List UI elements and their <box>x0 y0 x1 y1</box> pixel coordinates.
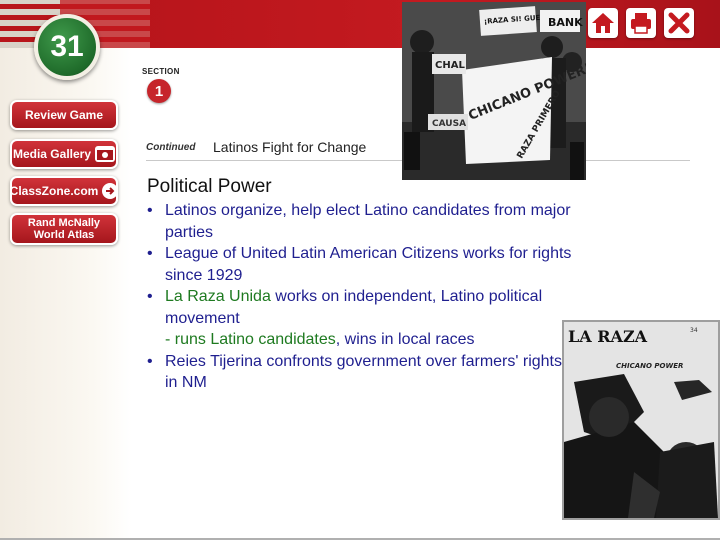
camera-icon <box>95 146 116 162</box>
cover-title: LA RAZA <box>568 327 648 346</box>
printer-icon <box>631 13 651 34</box>
la-raza-magazine-cover: LA RAZA 34 CHICANO POWER <box>562 320 720 520</box>
protest-photo: ¡RAZA SI! GUERRA NO! BANK CHICANO POWER!… <box>402 2 586 180</box>
bullet-text: Reies Tijerina confronts government over… <box>165 352 562 392</box>
list-item: • Latinos organize, help elect Latino ca… <box>147 200 577 243</box>
section-number-badge: 1 <box>147 79 171 103</box>
list-item: • Reies Tijerina confronts government ov… <box>147 351 577 394</box>
media-gallery-button[interactable]: Media Gallery <box>10 139 118 169</box>
close-icon <box>668 12 690 34</box>
section-subtitle: Latinos Fight for Change <box>213 139 367 155</box>
bullet-marker: • <box>147 202 153 219</box>
home-button[interactable] <box>588 8 618 38</box>
bullet-text: League of United Latin American Citizens… <box>165 245 572 284</box>
chapter-number: 31 <box>50 30 84 63</box>
world-atlas-button[interactable]: Rand McNally World Atlas <box>10 213 118 245</box>
home-icon <box>592 13 614 33</box>
bullet-list: • Latinos organize, help elect Latino ca… <box>147 200 577 394</box>
media-gallery-label: Media Gallery <box>12 147 92 161</box>
sign-text: BANK <box>548 16 583 29</box>
classzone-button[interactable]: ClassZone.com <box>9 176 119 206</box>
sign-text: CAUSA <box>432 119 466 129</box>
arrow-icon <box>102 183 119 199</box>
sign-text: CHAL <box>435 60 465 71</box>
bullet-marker: • <box>147 245 153 262</box>
section-label: SECTION <box>142 67 180 76</box>
print-button[interactable] <box>626 8 656 38</box>
chapter-badge: 31 <box>34 14 100 80</box>
list-item: • League of United Latin American Citize… <box>147 243 577 286</box>
review-game-button[interactable]: Review Game <box>10 100 118 130</box>
sub-bullet-text: , wins in local races <box>335 331 475 348</box>
cover-page-number: 34 <box>690 327 698 334</box>
atlas-label-line2: World Atlas <box>33 229 95 241</box>
bullet-text: Latinos organize, help elect Latino cand… <box>165 202 571 241</box>
atlas-label-line1: Rand McNally <box>27 217 101 229</box>
section-number: 1 <box>154 82 164 100</box>
cover-subtitle: CHICANO POWER <box>616 362 683 370</box>
close-button[interactable] <box>664 8 694 38</box>
list-item: • La Raza Unida works on independent, La… <box>147 286 577 351</box>
bullet-highlight: La Raza Unida <box>165 288 271 305</box>
page-heading: Political Power <box>147 176 272 197</box>
bullet-marker: • <box>147 288 153 305</box>
review-game-label: Review Game <box>24 108 104 122</box>
continued-label: Continued <box>146 142 196 153</box>
bullet-marker: • <box>147 352 153 370</box>
classzone-label: ClassZone.com <box>9 184 99 198</box>
sub-bullet-highlight: - runs Latino candidates <box>165 331 336 348</box>
